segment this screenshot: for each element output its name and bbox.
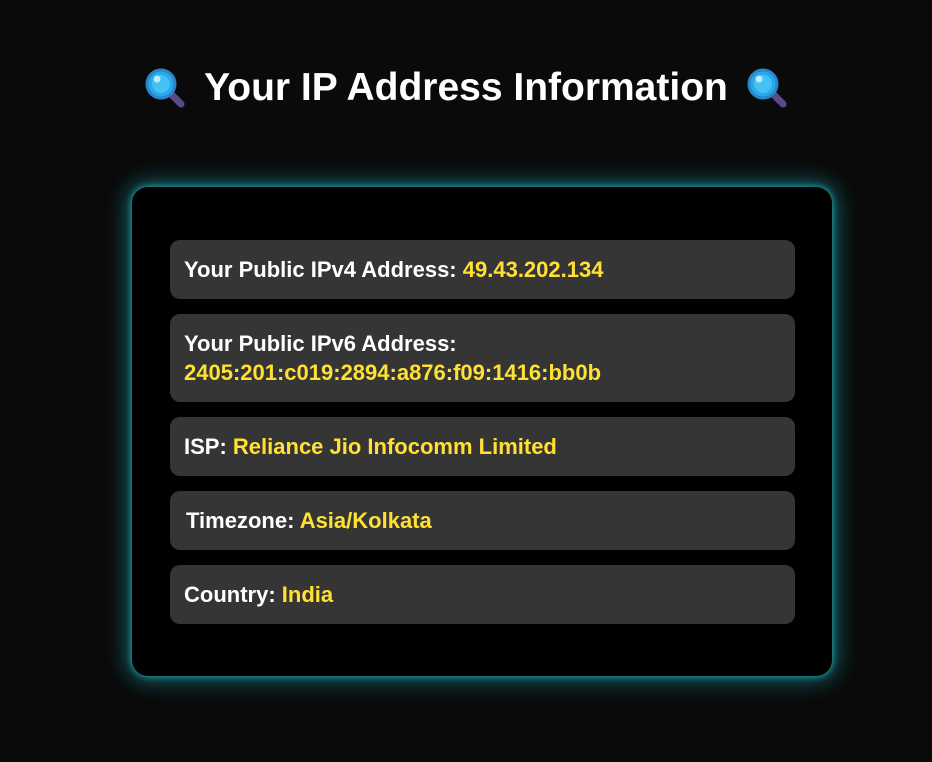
ipv4-label: Your Public IPv4 Address: (184, 257, 457, 282)
country-row: Country: India (170, 565, 795, 624)
timezone-value: Asia/Kolkata (299, 508, 432, 533)
page-title: Your IP Address Information (0, 64, 932, 112)
page-title-text: Your IP Address Information (204, 66, 728, 109)
country-value: India (281, 582, 334, 607)
timezone-row: Timezone: Asia/Kolkata (170, 491, 795, 550)
ipv6-row: Your Public IPv6 Address: 2405:201:c019:… (170, 314, 795, 402)
country-label: Country: (184, 582, 276, 607)
ipv6-value: 2405:201:c019:2894:a876:f09:1416:bb0b (184, 360, 602, 385)
timezone-label: Timezone: (186, 508, 295, 533)
page: Your IP Address Information Your Public … (0, 0, 932, 762)
ip-info-card: Your Public IPv4 Address: 49.43.202.134 … (132, 187, 832, 676)
magnifying-glass-icon (746, 67, 788, 109)
isp-label: ISP: (184, 434, 227, 459)
isp-row: ISP: Reliance Jio Infocomm Limited (170, 417, 795, 476)
isp-value: Reliance Jio Infocomm Limited (232, 434, 557, 459)
ipv4-value: 49.43.202.134 (462, 257, 604, 282)
ipv4-row: Your Public IPv4 Address: 49.43.202.134 (170, 240, 795, 299)
ipv6-label: Your Public IPv6 Address: (184, 331, 457, 356)
magnifying-glass-icon (144, 67, 186, 109)
